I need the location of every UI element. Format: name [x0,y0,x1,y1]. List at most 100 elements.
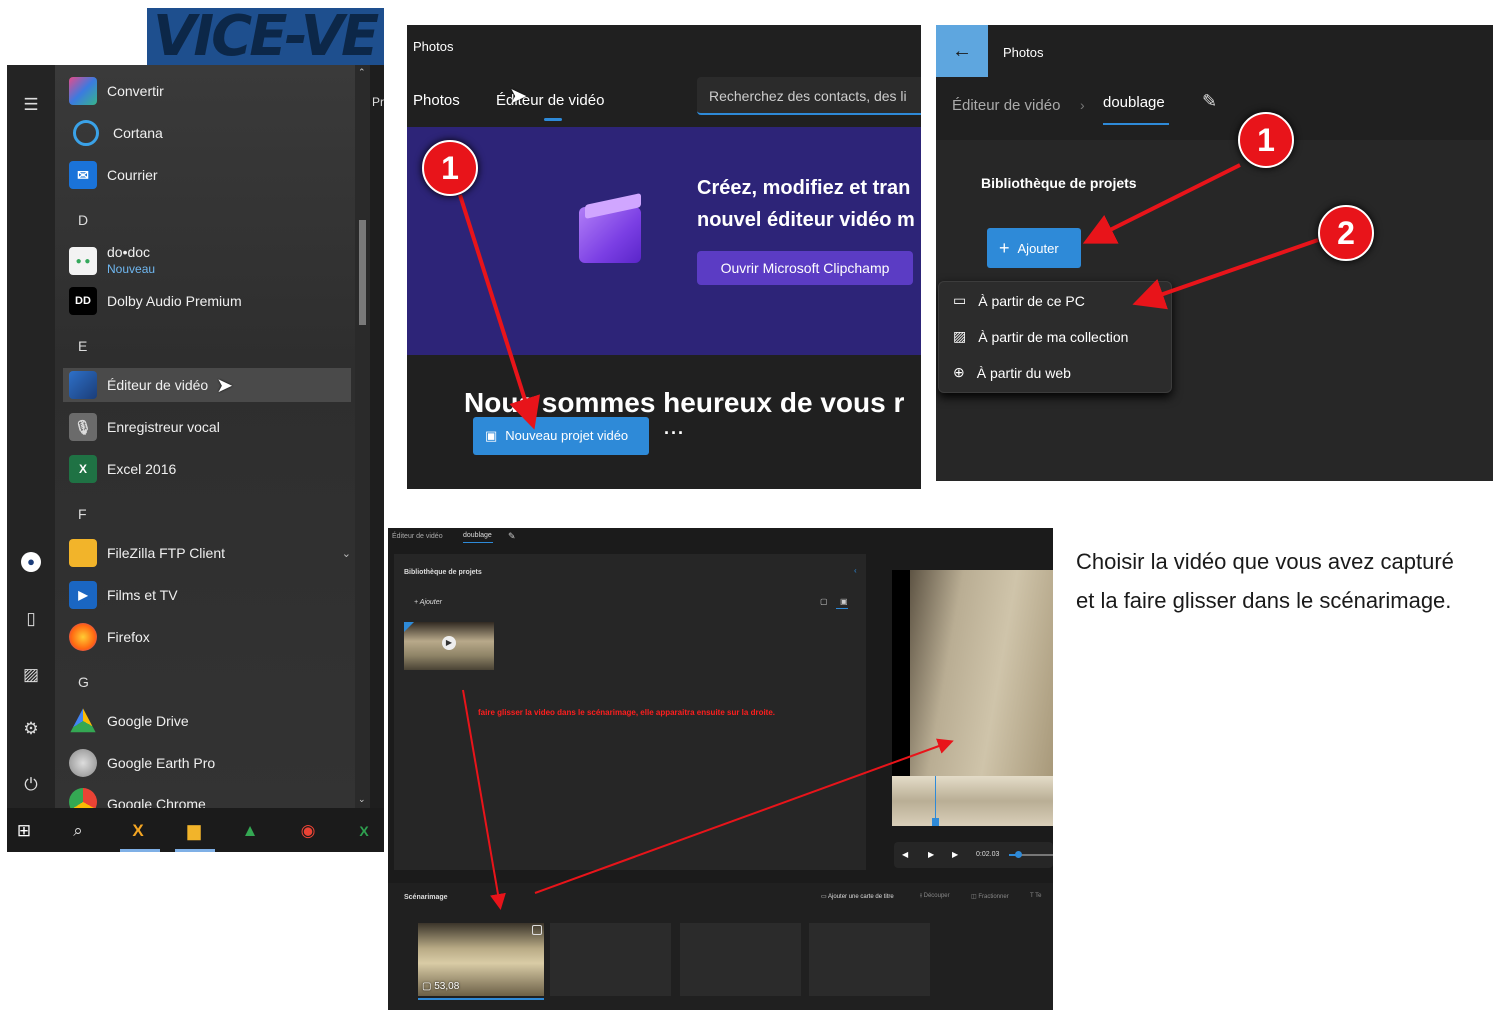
file-explorer-icon[interactable]: ▆ [181,818,207,844]
app-excel[interactable]: X Excel 2016 [69,452,176,486]
split-button[interactable]: ◫ Fractionner [971,893,1009,900]
rename-pencil-icon[interactable]: ✎ [508,531,516,542]
search-icon[interactable]: ⌕ [65,818,91,844]
tab-photos[interactable]: Photos [413,92,460,109]
banner-image: VICE-VE [147,8,384,65]
play-button-icon[interactable]: ▶ [928,850,934,859]
app-voice-recorder[interactable]: 🎙 Enregistreur vocal [69,410,220,444]
app-convertir[interactable]: Convertir [69,74,164,108]
app-cortana[interactable]: Cortana [69,116,163,150]
scroll-up-icon[interactable]: ⌃ [358,67,366,78]
app-firefox[interactable]: Firefox [69,620,150,654]
menu-item-from-web[interactable]: ⊕ À partir du web [953,364,1071,381]
letter-e[interactable]: E [78,338,87,354]
step-badge-1b: 1 [1238,112,1294,168]
document-icon[interactable]: ▯ [21,609,41,629]
menu-label: À partir de ce PC [978,292,1085,309]
toolbar-label: Te [1035,893,1042,899]
hamburger-icon[interactable]: ☰ [21,95,41,115]
google-drive-taskbar-icon[interactable]: ▲ [237,818,263,844]
new-video-project-button[interactable]: ▣ Nouveau projet vidéo [473,417,649,455]
playback-controls: ◀ ▶ ▶ 0:02.03 [894,842,1053,868]
open-clipchamp-button[interactable]: Ouvrir Microsoft Clipchamp [697,251,913,285]
empty-slot[interactable] [550,923,671,996]
app-label: Courrier [107,167,158,183]
settings-icon[interactable]: ⚙ [21,719,41,739]
app-label: Éditeur de vidéo [107,377,209,393]
tile-strip: Pr [370,65,384,808]
menu-item-from-collection[interactable]: ▨ À partir de ma collection [953,328,1128,345]
collapse-chevron-icon[interactable]: ‹ [854,566,857,575]
video-thumbnail[interactable]: ▶ [404,622,494,670]
scrollbar[interactable]: ⌃ ⌄ [355,65,370,808]
app-x-icon[interactable]: X [125,818,151,844]
app-courrier[interactable]: ✉ Courrier [69,158,158,192]
button-label: Nouveau projet vidéo [505,428,629,443]
scroll-thumb[interactable] [359,220,366,325]
back-arrow-icon[interactable]: ← [936,25,988,77]
windows-start-icon[interactable]: ⊞ [11,818,37,844]
app-google-drive[interactable]: Google Drive [69,704,189,738]
storyboard-window: Éditeur de vidéo doublage ✎ Bibliothèque… [388,528,1053,1010]
app-video-editor[interactable]: Éditeur de vidéo ➤ [63,368,351,402]
app-google-earth[interactable]: Google Earth Pro [69,746,215,780]
more-options-icon[interactable]: ··· [664,423,685,444]
breadcrumb-parent[interactable]: Éditeur de vidéo [392,533,443,540]
breadcrumb-underline [463,542,493,543]
clip-selection-bar [418,998,544,1000]
background-strip [7,8,147,65]
empty-slot[interactable] [809,923,930,996]
app-dodoc[interactable]: ● ● do•doc Nouveau [69,242,155,280]
cursor-icon: ➤ [216,374,233,397]
toolbar-label: Fractionner [978,894,1009,900]
app-filezilla[interactable]: FileZilla FTP Client ⌄ [69,536,351,570]
rename-pencil-icon[interactable]: ✎ [1202,91,1217,112]
app-films-tv[interactable]: ▶ Films et TV [69,578,178,612]
search-input[interactable]: Recherchez des contacts, des li [697,77,921,115]
app-label: Google Drive [107,713,189,729]
view-list-icon[interactable]: ▣ [840,597,848,606]
previous-frame-icon[interactable]: ◀ [902,850,908,859]
clip-checkbox[interactable] [532,925,542,935]
instructions-text: Choisir la vidéo que vous avez capturé e… [1076,549,1454,613]
add-link[interactable]: + Ajouter [414,599,442,606]
user-avatar-icon[interactable]: ● [21,552,41,572]
breadcrumb-parent[interactable]: Éditeur de vidéo [952,97,1060,114]
banner-line-2: nouvel éditeur vidéo m [697,209,915,231]
pictures-icon[interactable]: ▨ [21,665,41,685]
app-google-chrome[interactable]: Google Chrome [69,788,206,808]
menu-label: À partir de ma collection [978,328,1129,345]
active-indicator [175,849,215,852]
add-button[interactable]: + Ajouter [987,228,1081,268]
mail-icon: ✉ [69,161,97,189]
step-badge-1: 1 [422,140,478,196]
breadcrumb-current: doublage [1103,94,1165,111]
chevron-down-icon[interactable]: ⌄ [342,547,351,560]
toolbar-label: Ajouter une carte de titre [828,894,894,900]
view-grid-icon[interactable]: ▢ [820,597,828,606]
letter-d[interactable]: D [78,212,88,228]
power-icon[interactable]: ⏻ [21,775,41,795]
text-button[interactable]: T Te [1030,893,1041,899]
play-icon[interactable]: ▶ [442,636,456,650]
menu-item-from-pc[interactable]: ▭ À partir de ce PC [953,292,1085,309]
selected-corner [404,622,414,632]
chrome-taskbar-icon[interactable]: ◉ [295,818,321,844]
storyboard-clip[interactable]: ▢ 53,08 [418,923,544,996]
playhead-line [935,776,936,822]
add-title-card-button[interactable]: ▭ Ajouter une carte de titre [821,893,894,900]
empty-slot[interactable] [680,923,801,996]
menu-label: À partir du web [976,364,1071,381]
app-dolby[interactable]: DD Dolby Audio Premium [69,284,242,318]
plus-icon: + [999,237,1010,258]
clip-duration: ▢ 53,08 [422,981,460,992]
playhead-marker[interactable] [932,818,939,826]
scroll-down-icon[interactable]: ⌄ [358,794,366,805]
letter-f[interactable]: F [78,506,87,522]
next-frame-icon[interactable]: ▶ [952,850,958,859]
trim-button[interactable]: ⫲ Découper [920,893,950,900]
letter-g[interactable]: G [78,674,89,690]
seek-thumb[interactable] [1015,851,1022,858]
excel-taskbar-icon[interactable]: X [351,818,377,844]
breadcrumb-current: doublage [463,532,492,539]
